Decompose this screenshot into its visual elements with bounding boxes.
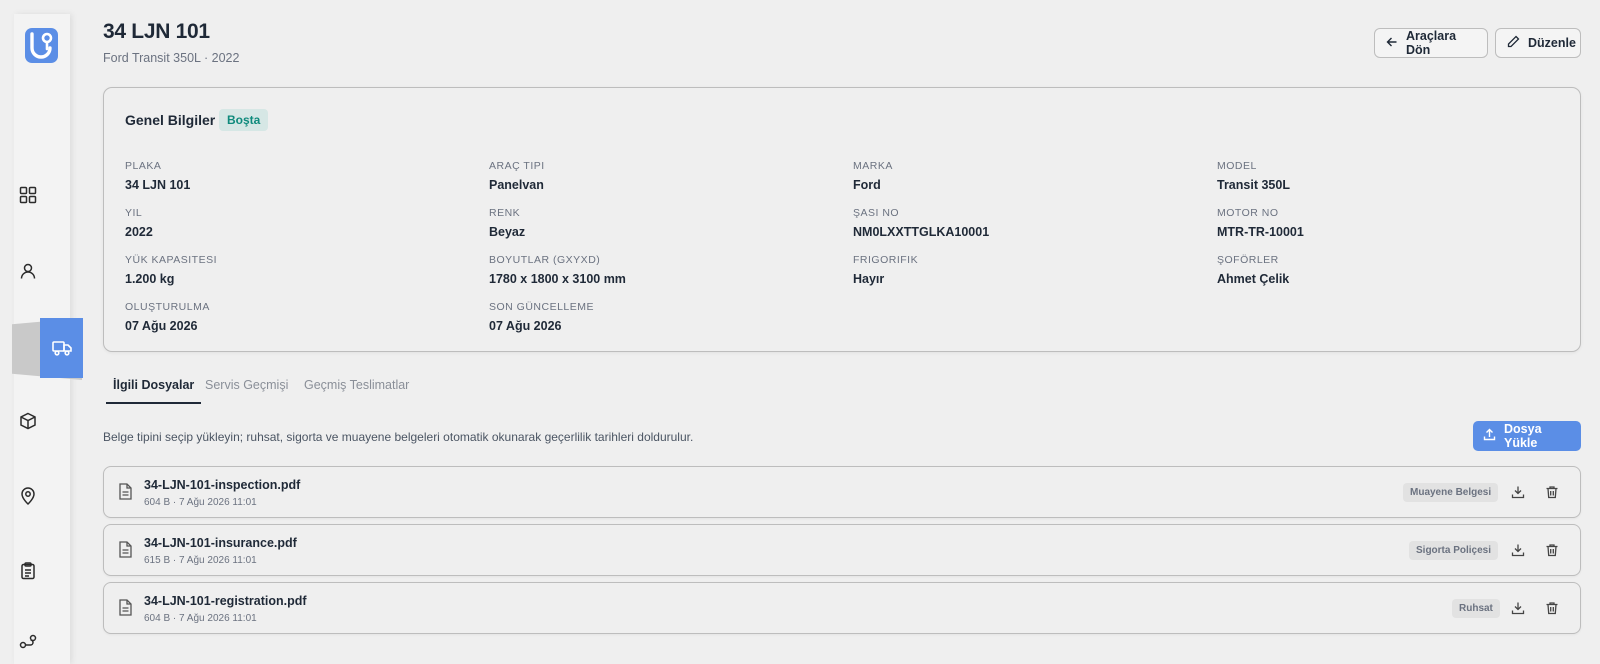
tab-past-deliveries[interactable]: Geçmiş Teslimatlar — [304, 372, 409, 404]
tab-service-history[interactable]: Servis Geçmişi — [205, 372, 288, 404]
field-created-at: OLUŞTURULMA 07 Ağu 2026 — [125, 301, 210, 333]
document-icon — [118, 541, 133, 563]
field-updated-at: SON GÜNCELLEME 07 Ağu 2026 — [489, 301, 594, 333]
card-title: Genel Bilgiler — [125, 112, 216, 128]
field-label: RENK — [489, 207, 521, 219]
file-row[interactable]: 34-LJN-101-inspection.pdf 604 B · 7 Ağu … — [103, 466, 1581, 518]
upload-file-button[interactable]: Dosya Yükle — [1473, 421, 1581, 451]
field-label: BOYUTLAR (GXYXD) — [489, 254, 601, 266]
field-engine-no: MOTOR NO MTR-TR-10001 — [1217, 207, 1304, 239]
field-label: OLUŞTURULMA — [125, 301, 210, 313]
tab-related-files[interactable]: İlgili Dosyalar — [106, 372, 202, 404]
file-type-badge: Ruhsat — [1452, 599, 1500, 618]
field-label: ŞOFÖRLER — [1217, 254, 1279, 266]
file-row[interactable]: 34-LJN-101-registration.pdf 604 B · 7 Ağ… — [103, 582, 1581, 634]
field-refrigerated: FRIGORIFIK Hayır — [853, 254, 918, 286]
file-meta: 615 B · 7 Ağu 2026 11:01 — [144, 555, 257, 566]
field-brand: MARKA Ford — [853, 160, 893, 192]
field-label: MODEL — [1217, 160, 1257, 172]
upload-icon — [1483, 428, 1496, 444]
field-load-capacity: YÜK KAPASITESI 1.200 kg — [125, 254, 217, 286]
app-logo[interactable] — [25, 28, 58, 63]
field-drivers: ŞOFÖRLER Ahmet Çelik — [1217, 254, 1289, 286]
field-value: 07 Ağu 2026 — [489, 319, 562, 333]
back-to-vehicles-button[interactable]: Araçlara Dön — [1374, 28, 1488, 58]
download-icon[interactable] — [1509, 483, 1527, 501]
field-value: Beyaz — [489, 225, 526, 239]
field-value: MTR-TR-10001 — [1217, 225, 1304, 239]
field-value: 1.200 kg — [125, 272, 175, 286]
field-dimensions: BOYUTLAR (GXYXD) 1780 x 1800 x 3100 mm — [489, 254, 626, 286]
general-info-card: Genel Bilgiler Boşta PLAKA 34 LJN 101 AR… — [103, 87, 1581, 352]
field-value: Panelvan — [489, 178, 544, 192]
route-icon[interactable] — [14, 628, 42, 656]
download-icon[interactable] — [1509, 541, 1527, 559]
arrow-left-icon — [1386, 36, 1398, 51]
user-icon[interactable] — [14, 257, 42, 285]
field-label: ARAÇ TIPI — [489, 160, 545, 172]
truck-icon[interactable] — [40, 318, 83, 378]
file-type-badge: Muayene Belgesi — [1403, 483, 1499, 502]
field-label: YIL — [125, 207, 143, 219]
edit-button[interactable]: Düzenle — [1495, 28, 1581, 58]
trash-icon[interactable] — [1543, 483, 1561, 501]
status-badge: Boşta — [219, 109, 269, 131]
field-value: Ford — [853, 178, 881, 192]
document-icon — [118, 599, 133, 621]
page-title: 34 LJN 101 — [103, 20, 210, 43]
file-name[interactable]: 34-LJN-101-insurance.pdf — [144, 536, 297, 550]
field-value: 1780 x 1800 x 3100 mm — [489, 272, 626, 286]
field-model: MODEL Transit 350L — [1217, 160, 1290, 192]
trash-icon[interactable] — [1543, 541, 1561, 559]
box-icon[interactable] — [14, 407, 42, 435]
field-label: SON GÜNCELLEME — [489, 301, 595, 313]
field-value: 2022 — [125, 225, 153, 239]
field-plate: PLAKA 34 LJN 101 — [125, 160, 190, 192]
file-name[interactable]: 34-LJN-101-registration.pdf — [144, 594, 307, 608]
field-vehicle-type: ARAÇ TIPI Panelvan — [489, 160, 545, 192]
field-year: YIL 2022 — [125, 207, 153, 239]
field-label: FRIGORIFIK — [853, 254, 919, 266]
page-subtitle: Ford Transit 350L · 2022 — [103, 51, 240, 65]
field-chassis-no: ŞASI NO NM0LXXTTGLKA10001 — [853, 207, 989, 239]
field-value: NM0LXXTTGLKA10001 — [853, 225, 990, 239]
download-icon[interactable] — [1509, 599, 1527, 617]
field-value: 07 Ağu 2026 — [125, 319, 198, 333]
field-label: YÜK KAPASITESI — [125, 254, 217, 266]
map-pin-icon[interactable] — [14, 482, 42, 510]
document-icon — [118, 483, 133, 505]
pencil-icon — [1507, 35, 1520, 51]
file-meta: 604 B · 7 Ağu 2026 11:01 — [144, 613, 257, 624]
file-row[interactable]: 34-LJN-101-insurance.pdf 615 B · 7 Ağu 2… — [103, 524, 1581, 576]
file-type-badge: Sigorta Poliçesi — [1409, 541, 1499, 560]
field-value: Hayır — [853, 272, 885, 286]
clipboard-icon[interactable] — [14, 557, 42, 585]
field-value: 34 LJN 101 — [125, 178, 191, 192]
field-label: MARKA — [853, 160, 893, 172]
trash-icon[interactable] — [1543, 599, 1561, 617]
upload-hint: Belge tipini seçip yükleyin; ruhsat, sig… — [103, 430, 694, 444]
field-label: PLAKA — [125, 160, 162, 172]
field-value: Ahmet Çelik — [1217, 272, 1290, 286]
file-name[interactable]: 34-LJN-101-inspection.pdf — [144, 478, 300, 492]
edit-button-label: Düzenle — [1528, 36, 1576, 50]
field-label: ŞASI NO — [853, 207, 900, 219]
upload-button-label: Dosya Yükle — [1504, 422, 1542, 450]
field-value: Transit 350L — [1217, 178, 1290, 192]
file-meta: 604 B · 7 Ağu 2026 11:01 — [144, 497, 257, 508]
back-button-label: Araçlara Dön — [1406, 29, 1457, 57]
field-color: RENK Beyaz — [489, 207, 525, 239]
dashboard-grid-icon[interactable] — [14, 181, 42, 209]
field-label: MOTOR NO — [1217, 207, 1279, 219]
